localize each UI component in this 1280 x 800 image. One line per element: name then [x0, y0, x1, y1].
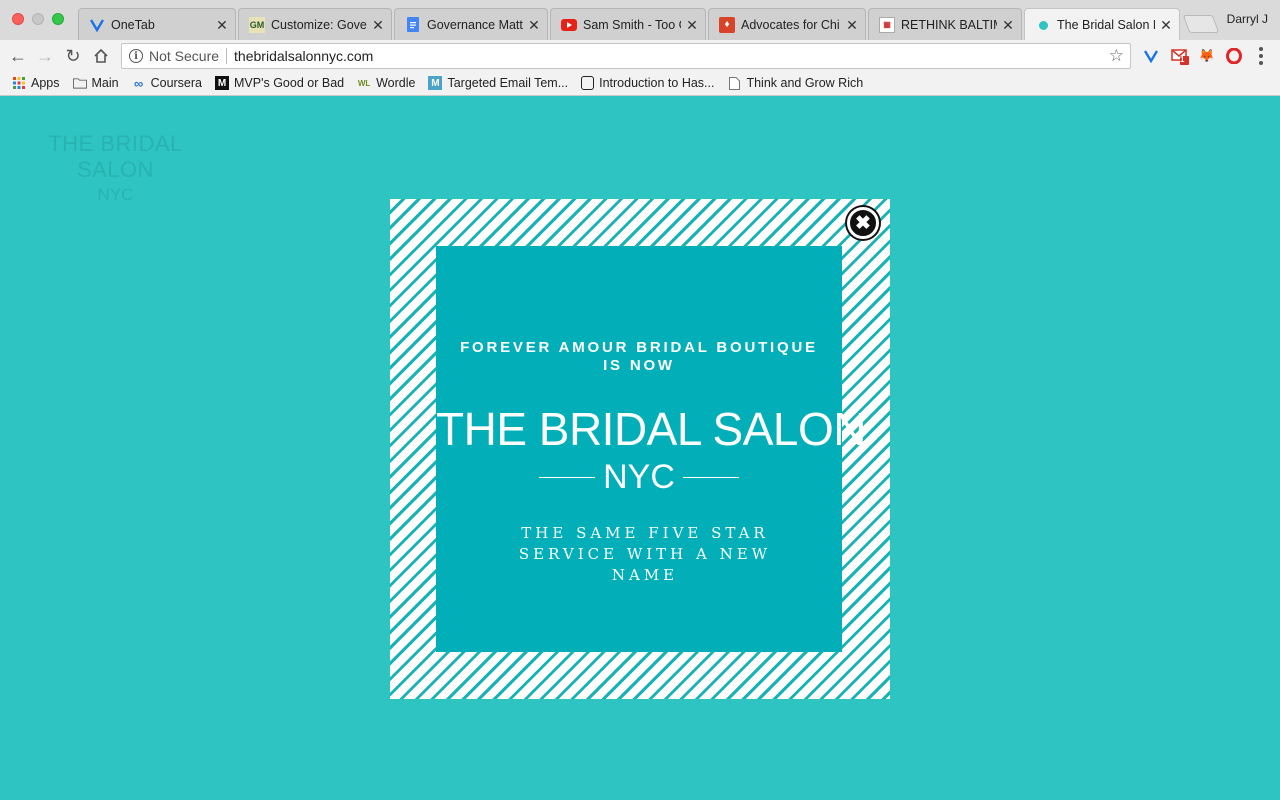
bookmark-label: MVP's Good or Bad — [234, 76, 345, 90]
browser-toolbar: ← → ↻ i Not Secure thebridalsalonnyc.com… — [0, 40, 1280, 71]
reload-icon[interactable]: ↻ — [61, 44, 85, 68]
rethink-icon: ▦ — [879, 16, 895, 33]
bookmark-mvp[interactable]: M MVP's Good or Bad — [215, 76, 344, 90]
tab-onetab[interactable]: OneTab ✕ — [78, 8, 236, 40]
coursera-icon: ∞ — [133, 75, 144, 91]
gm-icon: GM — [249, 16, 265, 33]
close-window-button[interactable] — [12, 13, 24, 25]
wordle-icon: WL — [357, 78, 371, 88]
tab-title: Customize: Gover — [271, 17, 367, 32]
tab-title: Sam Smith - Too G — [583, 17, 681, 32]
minimize-window-button[interactable] — [32, 13, 44, 25]
apps-grid-icon — [12, 76, 26, 90]
bookmark-main[interactable]: Main — [72, 76, 119, 90]
tab-advocates[interactable]: ♦ Advocates for Chi ✕ — [708, 8, 866, 40]
metamask-extension-icon[interactable]: 🦊 — [1197, 46, 1217, 66]
forward-icon[interactable]: → — [33, 44, 57, 68]
bookmarks-bar: Apps Main ∞ Coursera M MVP's Good or Bad… — [0, 71, 1280, 96]
popup-brand-city: NYC — [603, 458, 675, 496]
popup-brand-name: THE BRIDAL SALON — [436, 403, 866, 455]
youtube-icon — [561, 17, 577, 33]
bookmark-apps[interactable]: Apps — [12, 76, 60, 90]
tab-title: The Bridal Salon N — [1057, 18, 1155, 32]
tab-title: Advocates for Chi — [741, 17, 840, 32]
home-icon[interactable] — [89, 44, 113, 68]
page-icon — [727, 76, 741, 90]
back-icon[interactable]: ← — [6, 44, 30, 68]
tab-close-icon[interactable]: ✕ — [1001, 18, 1015, 32]
tab-close-icon[interactable]: ✕ — [845, 18, 859, 32]
bookmark-label: Targeted Email Tem... — [447, 76, 569, 90]
gmail-extension-icon[interactable]: 1 — [1170, 46, 1190, 66]
opera-extension-icon[interactable] — [1224, 46, 1244, 66]
tab-close-icon[interactable]: ✕ — [527, 18, 541, 32]
divider — [226, 48, 228, 64]
bookmark-label: Apps — [31, 76, 60, 90]
announcement-popup: FOREVER AMOUR BRIDAL BOUTIQUE IS NOW THE… — [390, 199, 890, 699]
tab-customize[interactable]: GM Customize: Gover ✕ — [238, 8, 392, 40]
security-label: Not Secure — [149, 48, 220, 64]
menu-icon[interactable] — [1258, 47, 1264, 65]
hashgraph-icon — [581, 76, 595, 90]
bookmark-label: Coursera — [150, 76, 203, 90]
divider-line — [682, 476, 739, 479]
bookmark-label: Main — [91, 76, 119, 90]
mailchimp-icon: M — [428, 76, 443, 90]
google-docs-icon — [405, 17, 421, 33]
bookmark-star-icon[interactable]: ☆ — [1109, 46, 1124, 66]
tab-strip: OneTab ✕ GM Customize: Gover ✕ Governanc… — [0, 0, 1280, 41]
bridal-dot-icon — [1035, 17, 1051, 33]
medium-icon: M — [215, 76, 230, 90]
gmail-badge: 1 — [1180, 55, 1185, 64]
tab-close-icon[interactable]: ✕ — [685, 18, 699, 32]
bookmark-coursera[interactable]: ∞ Coursera — [132, 75, 203, 91]
tab-close-icon[interactable]: ✕ — [215, 18, 229, 32]
tab-close-icon[interactable]: ✕ — [371, 18, 385, 32]
tab-close-icon[interactable]: ✕ — [1159, 18, 1173, 32]
popup-panel: FOREVER AMOUR BRIDAL BOUTIQUE IS NOW THE… — [436, 246, 866, 652]
maximize-window-button[interactable] — [52, 13, 64, 25]
info-icon[interactable]: i — [129, 49, 143, 63]
bookmark-hashgraph[interactable]: Introduction to Has... — [581, 76, 714, 90]
tab-title: OneTab — [111, 17, 155, 32]
address-bar[interactable]: i Not Secure thebridalsalonnyc.com ☆ — [121, 43, 1131, 69]
site-logo[interactable]: THE BRIDAL SALON NYC — [18, 131, 213, 205]
tab-title: Governance Matte — [427, 17, 523, 32]
bookmark-wordle[interactable]: WL Wordle — [357, 76, 416, 90]
advocates-icon: ♦ — [719, 16, 735, 33]
folder-icon — [72, 76, 87, 90]
popup-headline: FOREVER AMOUR BRIDAL BOUTIQUE IS NOW — [460, 339, 818, 374]
onetab-extension-icon[interactable] — [1141, 46, 1161, 66]
site-logo-line1: THE BRIDAL SALON — [48, 131, 183, 182]
onetab-icon — [89, 17, 105, 33]
bookmark-label: Wordle — [376, 76, 416, 90]
divider-line — [539, 476, 596, 479]
bookmark-think-grow-rich[interactable]: Think and Grow Rich — [727, 76, 863, 90]
tab-governance[interactable]: Governance Matte ✕ — [394, 8, 548, 40]
bookmark-email-templates[interactable]: M Targeted Email Tem... — [428, 76, 568, 90]
tab-sam-smith[interactable]: Sam Smith - Too G ✕ — [550, 8, 706, 40]
tab-title: RETHINK BALTIMO — [901, 17, 997, 32]
bookmark-label: Introduction to Has... — [599, 76, 715, 90]
popup-tagline: THE SAME FIVE STAR SERVICE WITH A NEW NA… — [518, 524, 772, 584]
bookmark-label: Think and Grow Rich — [746, 76, 864, 90]
new-tab-button[interactable] — [1182, 15, 1220, 33]
popup-close-icon[interactable]: ✖ — [847, 207, 879, 239]
tab-rethink[interactable]: ▦ RETHINK BALTIMO ✕ — [868, 8, 1022, 40]
tab-bridal-salon[interactable]: The Bridal Salon N ✕ — [1024, 8, 1180, 41]
popup-brand-sub: NYC — [436, 458, 842, 497]
site-logo-line2: NYC — [97, 185, 134, 204]
url-text[interactable]: thebridalsalonnyc.com — [234, 48, 1109, 64]
profile-name[interactable]: Darryl J — [1227, 12, 1268, 26]
